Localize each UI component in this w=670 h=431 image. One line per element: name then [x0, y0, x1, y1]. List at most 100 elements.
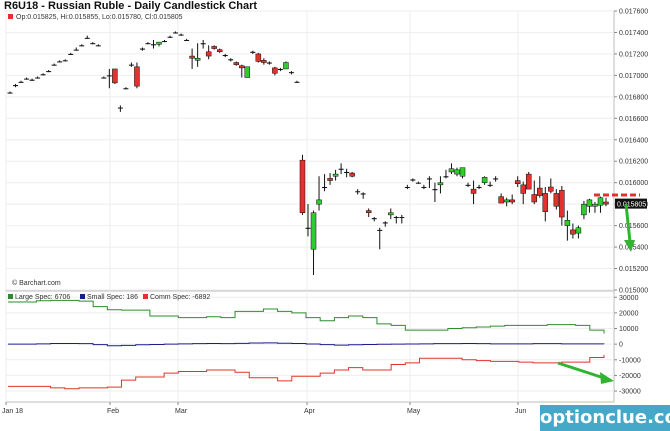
- candle-body: [184, 39, 190, 41]
- credit-label: © Barchart.com: [12, 279, 61, 287]
- candle-body: [355, 191, 361, 193]
- candle-body: [189, 55, 195, 59]
- candle-body: [216, 49, 223, 53]
- y-tick-label: 0.015400: [619, 245, 648, 252]
- cot-y-tick-label: 0: [619, 342, 623, 349]
- candle-body: [548, 186, 554, 192]
- candle-body: [564, 220, 571, 226]
- candle-body: [597, 197, 604, 206]
- y-tick-label: 0.017600: [619, 9, 648, 16]
- y-tick-label: 0.015200: [619, 266, 648, 273]
- candle-body: [382, 222, 388, 224]
- candle-body: [360, 193, 366, 195]
- candle-body: [205, 51, 212, 57]
- candle-body: [531, 194, 538, 203]
- candle-body: [173, 32, 179, 34]
- candle-body: [581, 203, 587, 216]
- candle-body: [7, 92, 13, 94]
- cot-y-tick-label: -10000: [619, 357, 641, 364]
- candle-body: [344, 171, 350, 174]
- y-tick-label: 0.017400: [619, 30, 648, 37]
- y-tick-label: 0.016800: [619, 94, 648, 101]
- candle-body: [542, 193, 549, 212]
- candle-body: [211, 46, 217, 49]
- candle-body: [481, 177, 488, 183]
- candle-body: [553, 193, 560, 207]
- cot-plot-area: [5, 290, 615, 403]
- candle-body: [35, 77, 41, 79]
- candle-body: [514, 180, 521, 185]
- candle-body: [95, 45, 101, 47]
- candle-body: [316, 199, 322, 205]
- candle-body: [537, 187, 543, 196]
- candle-body: [272, 67, 278, 74]
- candle-body: [459, 167, 466, 177]
- candle-body: [84, 37, 90, 39]
- candle-body: [520, 184, 526, 194]
- candle-body: [139, 48, 145, 50]
- candle-body: [156, 41, 162, 45]
- candle-body: [493, 178, 499, 180]
- ohlc-marker: [8, 14, 13, 19]
- candle-body: [24, 78, 30, 80]
- candle-body: [123, 88, 129, 90]
- candle-body: [415, 182, 421, 184]
- x-tick-label: Apr: [304, 408, 316, 415]
- candle-body: [200, 43, 206, 45]
- candle-body: [73, 49, 79, 51]
- x-tick-label: May: [407, 408, 421, 415]
- candle-body: [283, 62, 289, 70]
- candle-body: [448, 168, 455, 173]
- candle-body: [503, 199, 510, 203]
- candle-body: [592, 203, 598, 207]
- candle-body: [134, 66, 140, 87]
- y-tick-label: 0.016200: [619, 159, 648, 166]
- candle-body: [404, 186, 410, 188]
- candle-body: [586, 199, 593, 207]
- candle-body: [261, 60, 267, 63]
- candle-body: [62, 60, 68, 62]
- ohlc-label: Op:0.015825, Hi:0.015855, Lo:0.015780, C…: [16, 14, 183, 21]
- candle-body: [117, 107, 123, 109]
- candle-body: [106, 75, 112, 77]
- candle-body: [432, 189, 438, 191]
- candle-body: [575, 227, 582, 234]
- candle-body: [470, 188, 477, 194]
- candle-body: [250, 51, 256, 53]
- cot-legend-swatch: [8, 294, 13, 299]
- candle-body: [277, 68, 283, 71]
- candle-body: [29, 79, 35, 81]
- chart-canvas: 0.017600 0.017400 0.017200 0.017000 0.016800…: [2, 9, 648, 416]
- candle-body: [426, 178, 432, 180]
- candle-body: [255, 53, 262, 62]
- candle-body: [421, 186, 427, 188]
- candle-body: [322, 186, 328, 189]
- candle-body: [178, 34, 184, 36]
- cot-legend-label: Small Spec: 186: [87, 294, 138, 301]
- candle-body: [371, 218, 377, 220]
- candle-body: [266, 62, 272, 64]
- candle-body: [377, 229, 383, 231]
- y-tick-label: 0.017200: [619, 51, 648, 58]
- candle-body: [18, 81, 24, 83]
- cot-y-tick-label: 30000: [619, 295, 639, 302]
- candle-body: [68, 53, 74, 55]
- candle-body: [79, 45, 85, 47]
- last-price-label: 0.015805: [617, 202, 646, 209]
- x-tick-label: Mar: [175, 408, 188, 415]
- cot-y-tick-label: 10000: [619, 326, 639, 333]
- candle-body: [145, 43, 151, 45]
- trend-arrow-shaft: [624, 203, 632, 243]
- y-tick-label: 0.017000: [619, 73, 648, 80]
- candle-body: [498, 196, 504, 204]
- candle-body: [299, 159, 306, 213]
- candle-body: [101, 77, 107, 79]
- candle-body: [570, 229, 576, 235]
- candle-body: [332, 173, 339, 177]
- candle-body: [349, 172, 355, 177]
- candle-body: [437, 182, 444, 186]
- watermark: optionclue.com: [540, 405, 670, 431]
- candle-body: [51, 64, 57, 66]
- candle-body: [150, 44, 156, 46]
- candle-body: [239, 65, 245, 69]
